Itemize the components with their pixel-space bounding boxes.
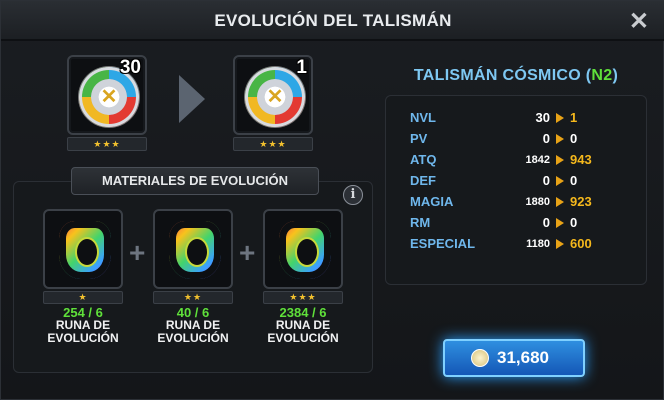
material-stars: ★ [43,291,123,304]
talisman-name-end: ) [612,67,619,84]
info-icon[interactable]: i [343,185,363,205]
stat-row-def: DEF 0 0 [386,171,648,191]
plus-icon: + [129,237,146,268]
evolve-button[interactable]: 31,680 [443,339,585,377]
stat-from: 1880 [525,196,550,208]
stat-label: MAGIA [410,194,454,209]
arrow-right-icon [179,75,205,123]
arrow-icon [556,239,564,249]
stat-to: 1 [570,110,578,125]
stat-row-pv: PV 0 0 [386,129,648,149]
evolution-rune-icon [169,221,221,279]
current-stars: ★★★ [67,137,147,151]
arrow-icon [556,113,564,123]
close-icon[interactable]: ✕ [629,7,649,36]
stat-to: 943 [570,152,592,167]
stat-to: 923 [570,194,592,209]
evolution-dialog: EVOLUCIÓN DEL TALISMÁN ✕ 30 ★★★ 1 ★★★ MA… [0,0,664,400]
talisman-name-text: TALISMÁN CÓSMICO ( [413,67,592,84]
materials-header: MATERIALES DE EVOLUCIÓN [71,167,319,195]
coin-icon [471,349,489,367]
arrow-icon [556,218,564,228]
stat-from: 0 [542,131,550,146]
next-level: 1 [296,57,307,78]
stat-row-nvl: NVL 30 1 [386,108,648,128]
material-stars: ★★★ [263,291,343,304]
material-name-line2: EVOLUCIÓN [267,331,339,345]
evolution-rune-icon [279,221,331,279]
talisman-name: TALISMÁN CÓSMICO (N2) [385,67,647,85]
stat-row-atq: ATQ 1842 943 [386,150,648,170]
stat-label: ATQ [410,152,437,167]
arrow-icon [556,197,564,207]
stat-row-magia: MAGIA 1880 923 [386,192,648,212]
arrow-icon [556,134,564,144]
stat-label: ESPECIAL [410,236,476,251]
stat-label: NVL [410,110,436,125]
stat-label: RM [410,215,431,230]
material-rune-3[interactable] [263,209,343,289]
arrow-icon [556,155,564,165]
stat-label: PV [410,131,428,146]
stat-to: 0 [570,215,578,230]
stat-to: 0 [570,173,578,188]
stat-from: 1180 [526,238,550,250]
title-bar: EVOLUCIÓN DEL TALISMÁN ✕ [1,1,664,41]
evolution-rune-icon [59,221,111,279]
plus-icon: + [239,237,256,268]
dialog-title: EVOLUCIÓN DEL TALISMÁN [214,11,452,30]
stat-from: 0 [542,173,550,188]
next-talisman-card[interactable]: 1 [233,55,313,135]
stat-to: 0 [570,131,578,146]
stats-panel: NVL 30 1 PV 0 0 ATQ 1842 943 DEF 0 0 MAG… [385,95,647,285]
stat-from: 0 [542,215,550,230]
material-rune-1[interactable] [43,209,123,289]
stat-row-rm: RM 0 0 [386,213,648,233]
cost-amount: 31,680 [497,348,549,367]
next-stars: ★★★ [233,137,313,151]
stat-from: 1842 [525,154,550,166]
material-name-line2: EVOLUCIÓN [47,331,119,345]
arrow-icon [556,176,564,186]
talisman-grade: N2 [591,67,613,84]
stat-row-especial: ESPECIAL 1180 600 [386,234,648,254]
stat-from: 30 [535,110,550,125]
material-name-line2: EVOLUCIÓN [157,331,229,345]
material-rune-2[interactable] [153,209,233,289]
stat-label: DEF [410,173,436,188]
current-talisman-card[interactable]: 30 [67,55,147,135]
material-stars: ★★ [153,291,233,304]
stat-to: 600 [570,236,592,251]
current-level: 30 [119,57,141,78]
